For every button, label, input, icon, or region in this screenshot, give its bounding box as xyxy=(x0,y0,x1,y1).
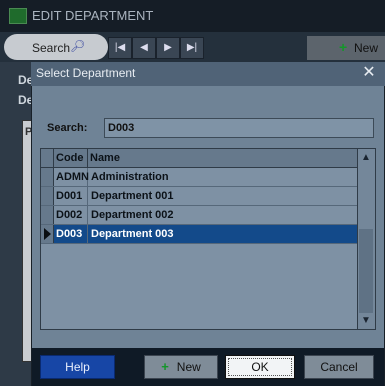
new-button[interactable]: + New xyxy=(144,355,218,379)
scroll-down-icon[interactable]: ▼ xyxy=(357,313,375,329)
cell-code: D003 xyxy=(54,225,88,243)
cell-code: D001 xyxy=(54,187,88,205)
nav-prev-button[interactable]: ◀ xyxy=(132,37,156,59)
table-row-selected[interactable]: D003 Department 003 xyxy=(41,225,357,244)
table-row[interactable]: ADMN Administration xyxy=(41,168,357,187)
nav-first-button[interactable]: |◀ xyxy=(108,37,132,59)
ok-button[interactable]: OK xyxy=(225,355,295,379)
nav-last-button[interactable]: ▶| xyxy=(180,37,204,59)
close-icon[interactable]: ✕ xyxy=(359,63,379,83)
row-indicator xyxy=(41,225,54,243)
search-button[interactable]: Search 🔎︎ xyxy=(4,34,108,60)
cell-name: Department 003 xyxy=(91,228,174,240)
binoculars-icon: 🔎︎ xyxy=(70,39,86,53)
app-icon xyxy=(9,8,27,24)
scroll-up-icon[interactable]: ▲ xyxy=(357,149,375,166)
search-input[interactable] xyxy=(104,118,374,138)
cell-name: Department 002 xyxy=(91,209,174,221)
new-button-label: New xyxy=(176,360,201,374)
scrollbar-thumb[interactable] xyxy=(359,229,373,313)
column-header-code[interactable]: Code xyxy=(54,149,88,167)
row-pointer-icon xyxy=(44,228,51,240)
search-button-label: Search xyxy=(32,41,71,55)
grid-header-indicator xyxy=(41,149,54,167)
cell-code: ADMN xyxy=(54,168,89,186)
column-header-name[interactable]: Name xyxy=(88,149,357,167)
plus-icon: + xyxy=(339,39,348,55)
table-row[interactable]: D001 Department 001 xyxy=(41,187,357,206)
nav-next-button[interactable]: ▶ xyxy=(156,37,180,59)
search-field-label: Search: xyxy=(47,122,88,134)
cell-code: D002 xyxy=(54,206,88,224)
cancel-button[interactable]: Cancel xyxy=(304,355,374,379)
cell-name: Department 001 xyxy=(91,190,174,202)
cell-name: Administration xyxy=(91,171,169,183)
toolbar-new-button[interactable]: + New xyxy=(307,36,385,60)
plus-icon: + xyxy=(161,359,169,374)
window-title: EDIT DEPARTMENT xyxy=(32,8,154,23)
row-indicator xyxy=(41,168,54,186)
toolbar-new-label: New xyxy=(354,41,379,55)
row-indicator xyxy=(41,206,54,224)
table-row[interactable]: D002 Department 002 xyxy=(41,206,357,225)
row-indicator xyxy=(41,187,54,205)
help-button[interactable]: Help xyxy=(40,355,115,379)
dialog-title: Select Department xyxy=(36,66,136,80)
